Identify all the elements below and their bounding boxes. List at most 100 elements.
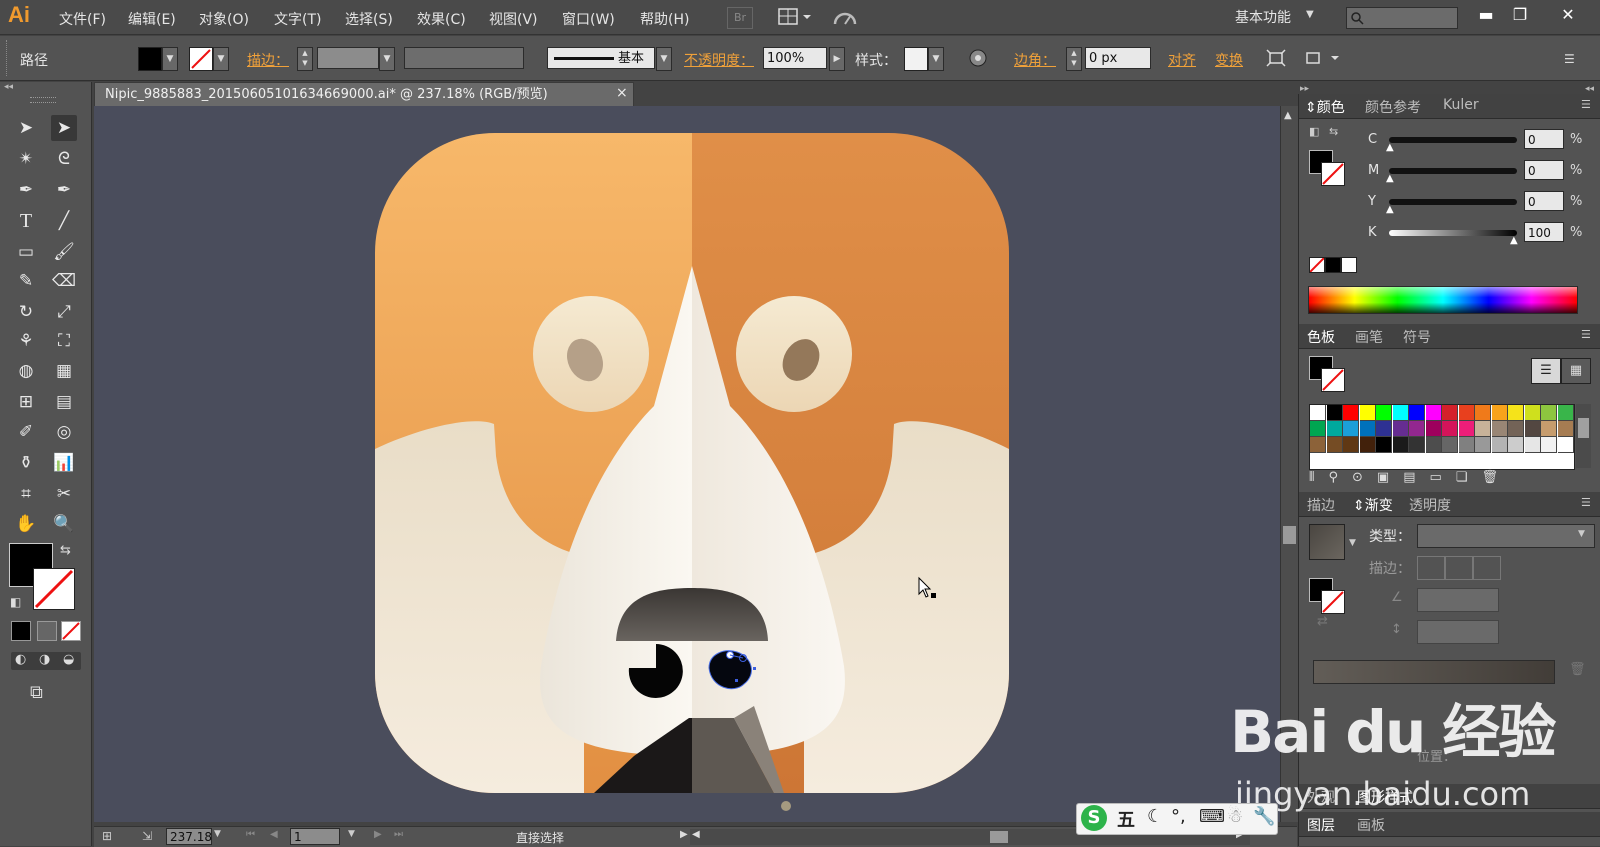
help-search-input[interactable]: [1346, 7, 1458, 29]
panel-menu-icon[interactable]: ☰: [1581, 98, 1591, 111]
black-color-chip[interactable]: [1325, 257, 1341, 273]
rectangle-tool-icon[interactable]: ▭: [13, 239, 39, 265]
stroke-label[interactable]: 描边：: [247, 50, 289, 70]
swatch-options-button-icon[interactable]: ▤: [1403, 470, 1429, 485]
swatch-chip[interactable]: [1541, 405, 1557, 421]
tab-transparency[interactable]: 透明度: [1409, 495, 1451, 515]
fill-dropdown[interactable]: ▼: [162, 47, 178, 71]
none-color-chip[interactable]: [1309, 257, 1325, 273]
menu-type[interactable]: 文字(T): [274, 9, 321, 29]
default-colors-icon[interactable]: ◧: [1309, 125, 1319, 138]
swatch-library-icon[interactable]: ⫴: [1309, 470, 1328, 485]
swatch-chip[interactable]: [1376, 437, 1392, 453]
tab-swatches[interactable]: 色板: [1307, 327, 1335, 347]
swatch-chip[interactable]: [1343, 421, 1359, 437]
workspace-switcher[interactable]: 基本功能: [1235, 7, 1291, 27]
document-tab[interactable]: Nipic_9885883_20150605101634669000.ai* @…: [94, 82, 634, 106]
reverse-gradient-icon[interactable]: ⇄: [1317, 614, 1328, 629]
draw-behind-icon[interactable]: ◑: [39, 652, 50, 667]
gradient-thumbnail[interactable]: [1309, 524, 1345, 560]
stroke-weight-stepper[interactable]: ▲ ▼: [297, 47, 313, 71]
artboard-number-input[interactable]: 1: [290, 828, 340, 845]
opacity-label[interactable]: 不透明度：: [684, 50, 754, 70]
artboard-tool-icon[interactable]: ⌗: [13, 481, 39, 507]
width-tool-icon[interactable]: ⚘: [13, 328, 39, 354]
tab-artboards[interactable]: 画板: [1357, 815, 1385, 835]
swatch-chip[interactable]: [1475, 437, 1491, 453]
swatch-chip[interactable]: [1343, 405, 1359, 421]
swatch-chip[interactable]: [1491, 405, 1508, 421]
collapse-panel-icon[interactable]: ◂◂: [4, 82, 13, 92]
swatch-chip[interactable]: [1425, 437, 1442, 453]
corner-radius-input[interactable]: 0 px: [1085, 47, 1151, 69]
swatch-chip[interactable]: [1508, 421, 1524, 437]
graphic-style-dropdown[interactable]: ▼: [928, 47, 944, 71]
corner-stepper[interactable]: ▲ ▼: [1066, 47, 1082, 71]
draw-normal-icon[interactable]: ◐: [15, 652, 26, 667]
status-menu-arrow-icon[interactable]: ▶: [680, 829, 688, 840]
hand-tool-icon[interactable]: ✋: [13, 511, 39, 537]
lasso-tool-icon[interactable]: ᘓ: [51, 146, 77, 172]
ime-toolbar[interactable]: S 五 ☾ °, ⌨ ☃ 🔧: [1076, 803, 1278, 835]
swatch-chip[interactable]: [1326, 437, 1343, 453]
channel-m-slider[interactable]: [1389, 168, 1517, 174]
color-spectrum[interactable]: [1308, 286, 1578, 314]
scroll-thumb[interactable]: [1283, 526, 1296, 544]
screen-mode-icon[interactable]: ⧉: [30, 682, 43, 703]
menu-select[interactable]: 选择(S): [345, 9, 393, 29]
swatch-grid[interactable]: [1309, 404, 1575, 470]
close-document-icon[interactable]: ×: [616, 85, 628, 101]
swatch-options-icon[interactable]: ⊙: [1352, 470, 1377, 485]
swatch-chip[interactable]: [1343, 437, 1359, 453]
collapse-dock-icon[interactable]: ◂◂: [1585, 84, 1594, 94]
direct-selection-tool-icon[interactable]: ➤: [51, 115, 77, 141]
new-swatch-icon[interactable]: ❏: [1456, 470, 1482, 485]
punctuation-icon[interactable]: °,: [1171, 806, 1186, 827]
opacity-input[interactable]: 100%: [763, 47, 827, 69]
menu-view[interactable]: 视图(V): [489, 9, 538, 29]
mesh-tool-icon[interactable]: ⊞: [13, 389, 39, 415]
swatch-chip[interactable]: [1557, 421, 1574, 437]
expand-dock-icon[interactable]: ▸▸: [1300, 84, 1309, 94]
swatch-chip[interactable]: [1310, 437, 1326, 453]
gpu-performance-icon[interactable]: [832, 6, 858, 32]
gradient-aspect-input[interactable]: [1417, 620, 1499, 644]
new-color-group-icon[interactable]: ▣: [1377, 470, 1403, 485]
swap-fill-stroke-icon[interactable]: ⇆: [60, 543, 71, 558]
h-scroll-thumb[interactable]: [990, 831, 1008, 843]
first-artboard-icon[interactable]: ⏮: [246, 829, 255, 840]
color-mode-button[interactable]: [11, 621, 31, 641]
gradient-angle-input[interactable]: [1417, 588, 1499, 612]
stroke-weight-dropdown[interactable]: ▼: [379, 47, 395, 71]
stroke-color-box[interactable]: [33, 568, 75, 610]
swatch-chip[interactable]: [1491, 437, 1508, 453]
swatch-scrollbar[interactable]: [1576, 404, 1591, 468]
swatch-scroll-thumb[interactable]: [1578, 418, 1589, 438]
last-artboard-icon[interactable]: ⏭: [394, 829, 403, 840]
swatch-chip[interactable]: [1491, 421, 1508, 437]
slider-thumb-icon[interactable]: ▲: [1386, 142, 1394, 153]
graph-tool-icon[interactable]: 📊: [51, 450, 77, 476]
delete-swatch-icon[interactable]: 🗑: [1481, 470, 1512, 485]
artboard-canvas[interactable]: [94, 106, 1280, 822]
artboard-dropdown-icon[interactable]: ▼: [348, 829, 355, 839]
swatch-chip[interactable]: [1541, 421, 1557, 437]
tools-grip[interactable]: [30, 97, 56, 103]
swap-colors-icon[interactable]: ⇆: [1329, 125, 1338, 138]
swatch-chip[interactable]: [1541, 437, 1557, 453]
selection-tool-icon[interactable]: ➤: [13, 115, 39, 141]
channel-m-input[interactable]: 0: [1524, 160, 1564, 180]
free-transform-tool-icon[interactable]: ⛶: [51, 328, 77, 354]
menu-effect[interactable]: 效果(C): [417, 9, 466, 29]
close-window-button[interactable]: ✕: [1554, 3, 1582, 27]
tab-layers[interactable]: 图层: [1307, 815, 1335, 835]
slider-thumb-icon[interactable]: ▲: [1386, 204, 1394, 215]
skin-icon[interactable]: ☃: [1227, 806, 1243, 827]
swatch-chip[interactable]: [1458, 405, 1475, 421]
zoom-tool-icon[interactable]: 🔍: [51, 511, 77, 537]
channel-c-input[interactable]: 0: [1524, 129, 1564, 149]
swatch-chip[interactable]: [1376, 421, 1392, 437]
shape-mode-icon[interactable]: [1305, 49, 1341, 71]
swatch-chip[interactable]: [1425, 421, 1442, 437]
swatch-chip[interactable]: [1508, 437, 1524, 453]
